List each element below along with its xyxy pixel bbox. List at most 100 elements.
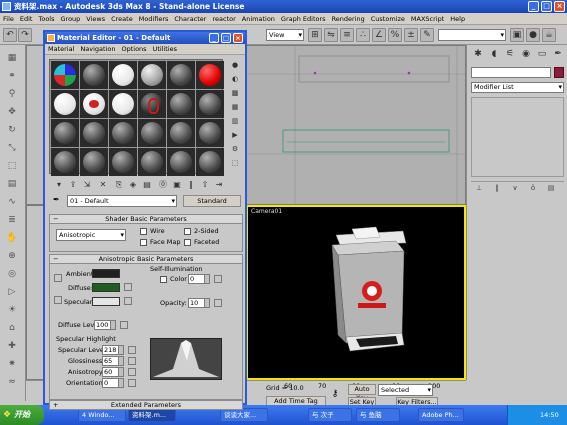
menu-group[interactable]: Group bbox=[58, 13, 84, 25]
zoom-icon[interactable]: ⊕ bbox=[3, 249, 21, 263]
key-icon[interactable]: ⚷ bbox=[326, 388, 344, 400]
self-illum-spinner[interactable]: 0 bbox=[188, 274, 210, 284]
sample-slot[interactable] bbox=[80, 119, 108, 147]
sample-slot[interactable] bbox=[138, 90, 166, 118]
specular-map-button[interactable] bbox=[124, 297, 132, 305]
shader-basic-rollout-header[interactable]: − Shader Basic Parameters bbox=[49, 214, 243, 224]
show-end-result-icon[interactable]: ‖ bbox=[185, 179, 197, 191]
anisotropy-map-button[interactable] bbox=[128, 368, 136, 376]
lock-diffuse-specular-icon[interactable] bbox=[54, 296, 62, 304]
menu-animation[interactable]: Animation bbox=[239, 13, 278, 25]
minimize-button[interactable]: _ bbox=[528, 1, 539, 12]
aniso-basic-rollout-header[interactable]: − Anisotropic Basic Parameters bbox=[49, 254, 243, 264]
menu-file[interactable]: File bbox=[0, 13, 17, 25]
sample-slot[interactable] bbox=[51, 119, 79, 147]
make-unique-icon[interactable]: ◈ bbox=[127, 179, 139, 191]
modifier-list-dropdown[interactable]: Modifier List bbox=[471, 82, 564, 93]
sample-slot[interactable] bbox=[196, 119, 224, 147]
task-chat-1[interactable]: 与 次子 bbox=[308, 408, 352, 422]
menu-customize[interactable]: Customize bbox=[368, 13, 408, 25]
motion-tab-icon[interactable]: ◉ bbox=[519, 47, 533, 61]
pin-stack-icon[interactable]: ⊥ bbox=[473, 184, 485, 194]
dope-sheet-icon[interactable]: ≣ bbox=[3, 213, 21, 227]
me-maximize-button[interactable]: □ bbox=[221, 33, 231, 43]
task-3dsmax[interactable]: 资料架.m... bbox=[128, 408, 176, 422]
close-button[interactable]: × bbox=[554, 1, 565, 12]
material-effects-channel-icon[interactable]: ⓪ bbox=[157, 179, 169, 191]
key-selection-combo[interactable]: Selected bbox=[378, 384, 433, 396]
mirror-icon[interactable]: ⇋ bbox=[324, 28, 338, 42]
sample-slot[interactable] bbox=[196, 90, 224, 118]
sample-slot[interactable] bbox=[109, 119, 137, 147]
angle-snap-icon[interactable]: ∠ bbox=[372, 28, 386, 42]
align-icon[interactable]: ≡ bbox=[340, 28, 354, 42]
menu-reactor[interactable]: reactor bbox=[209, 13, 238, 25]
me-menu-options[interactable]: Options bbox=[118, 44, 149, 55]
background-icon[interactable]: ▩ bbox=[228, 87, 242, 99]
show-end-result-icon[interactable]: ‖ bbox=[491, 184, 503, 194]
select-icon[interactable]: ▦ bbox=[3, 51, 21, 65]
sample-slot[interactable] bbox=[138, 119, 166, 147]
hierarchy-tab-icon[interactable]: ⚟ bbox=[503, 47, 517, 61]
face-map-checkbox[interactable] bbox=[140, 239, 147, 246]
sample-slot[interactable] bbox=[80, 148, 108, 176]
spinner-snap-icon[interactable]: ± bbox=[404, 28, 418, 42]
redo-icon[interactable]: ↷ bbox=[18, 28, 32, 42]
menu-edit[interactable]: Edit bbox=[17, 13, 36, 25]
diffuse-color-swatch[interactable] bbox=[92, 283, 120, 292]
two-sided-checkbox[interactable] bbox=[184, 228, 191, 235]
sample-slot[interactable] bbox=[167, 119, 195, 147]
video-color-check-icon[interactable]: ▥ bbox=[228, 115, 242, 127]
menu-character[interactable]: Character bbox=[171, 13, 209, 25]
opacity-map-button[interactable] bbox=[214, 299, 222, 307]
pick-material-icon[interactable]: ✒ bbox=[53, 195, 60, 204]
sample-slot[interactable] bbox=[51, 90, 79, 118]
sample-slot[interactable] bbox=[51, 148, 79, 176]
diffuse-map-button[interactable] bbox=[124, 283, 132, 291]
me-minimize-button[interactable]: _ bbox=[209, 33, 219, 43]
extended-params-rollout-header[interactable]: + Extended Parameters bbox=[49, 400, 243, 410]
lock-ambient-diffuse-icon[interactable] bbox=[54, 274, 62, 282]
backlight-icon[interactable]: ◐ bbox=[228, 73, 242, 85]
light-icon[interactable]: ☀ bbox=[3, 303, 21, 317]
opacity-spinner[interactable]: 10 bbox=[188, 298, 210, 308]
menu-modifiers[interactable]: Modifiers bbox=[136, 13, 172, 25]
material-editor-icon[interactable]: ● bbox=[526, 28, 540, 42]
shader-type-dropdown[interactable]: Anisotropic bbox=[56, 229, 126, 241]
remove-modifier-icon[interactable]: ö bbox=[527, 184, 539, 194]
sample-slot[interactable] bbox=[80, 90, 108, 118]
render-scene-icon[interactable]: ☕ bbox=[542, 28, 556, 42]
rotate-icon[interactable]: ↻ bbox=[3, 123, 21, 137]
get-material-icon[interactable]: ▾ bbox=[53, 179, 65, 191]
wire-checkbox[interactable] bbox=[140, 228, 147, 235]
make-preview-icon[interactable]: ▶ bbox=[228, 129, 242, 141]
reference-coord-combo[interactable]: View bbox=[266, 29, 304, 41]
assign-material-icon[interactable]: ⇲ bbox=[81, 179, 93, 191]
sample-type-icon[interactable]: ● bbox=[228, 59, 242, 71]
task-windows[interactable]: 4 Windo... bbox=[78, 408, 126, 422]
sample-slot[interactable] bbox=[51, 61, 79, 89]
configure-sets-icon[interactable]: ▤ bbox=[545, 184, 557, 194]
pan-icon[interactable]: ✋ bbox=[3, 231, 21, 245]
camera-icon[interactable]: ⌂ bbox=[3, 321, 21, 335]
me-menu-navigation[interactable]: Navigation bbox=[77, 44, 118, 55]
viewport-camera[interactable]: Camera01 bbox=[246, 205, 466, 380]
schematic-view-icon[interactable]: ▣ bbox=[510, 28, 524, 42]
modifier-stack[interactable] bbox=[471, 97, 564, 177]
sample-slot[interactable] bbox=[109, 148, 137, 176]
sample-slot[interactable] bbox=[167, 61, 195, 89]
menu-rendering[interactable]: Rendering bbox=[329, 13, 368, 25]
utilities-tab-icon[interactable]: ✒ bbox=[551, 47, 565, 61]
go-forward-sibling-icon[interactable]: ⇥ bbox=[213, 179, 225, 191]
curve-editor-icon[interactable]: ∿ bbox=[3, 195, 21, 209]
uv-tiling-icon[interactable]: ▦ bbox=[228, 101, 242, 113]
glossiness-spinner[interactable]: 65 bbox=[102, 356, 124, 366]
self-illum-color-checkbox[interactable] bbox=[160, 276, 167, 283]
sample-slot[interactable] bbox=[138, 61, 166, 89]
snap-icon[interactable]: ∴ bbox=[356, 28, 370, 42]
select-by-material-icon[interactable]: ⬚ bbox=[228, 157, 242, 169]
menu-maxscript[interactable]: MAXScript bbox=[408, 13, 447, 25]
material-name-field[interactable]: 01 - Default bbox=[67, 195, 177, 207]
diffuse-level-map-button[interactable] bbox=[120, 321, 128, 329]
menu-create[interactable]: Create bbox=[108, 13, 136, 25]
